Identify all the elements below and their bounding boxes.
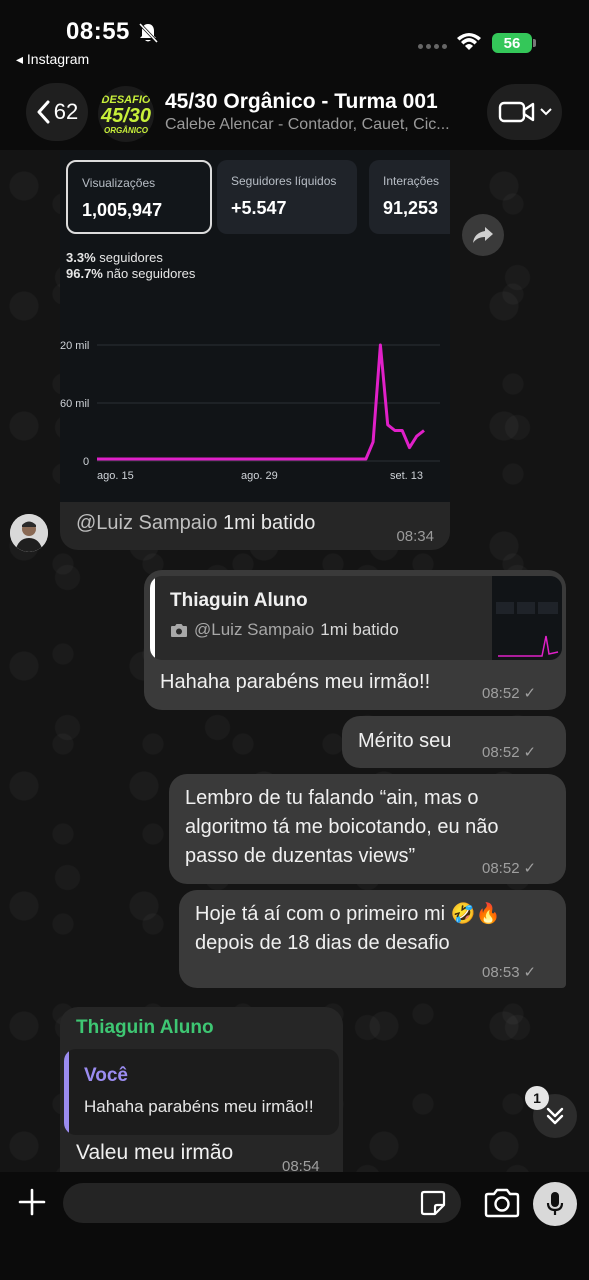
- sender-name[interactable]: Thiaguin Aluno: [76, 1017, 214, 1039]
- voice-message-button[interactable]: [533, 1182, 577, 1226]
- message-time: 08:52: [482, 684, 520, 702]
- battery-indicator: 56: [492, 33, 532, 53]
- quoted-sender: Você: [84, 1065, 129, 1086]
- quote-accent-bar: [150, 576, 155, 660]
- x-tick-label: ago. 15: [97, 470, 134, 482]
- quoted-snippet: @Luiz Sampaio 1mi batido: [170, 620, 399, 640]
- image-caption: @Luiz Sampaio 1mi batido: [76, 512, 315, 535]
- message-text: Mérito seu: [358, 730, 452, 752]
- message-text-line1: Lembro de tu falando “ain, mas o: [185, 787, 479, 809]
- unread-chats-count: 62: [53, 99, 79, 124]
- message-time: 08:53: [482, 963, 520, 981]
- quoted-text: Hahaha parabéns meu irmão!!: [84, 1097, 314, 1116]
- thumbnail-chart: [496, 602, 559, 657]
- message-meta: 08:52 ✓: [482, 859, 537, 878]
- y-tick-label: 0: [83, 456, 89, 468]
- camera-icon[interactable]: [484, 1186, 520, 1220]
- group-title[interactable]: 45/30 Orgânico - Turma 001: [165, 90, 438, 114]
- y-tick-label: 60 mil: [60, 398, 89, 410]
- video-call-button[interactable]: [487, 84, 562, 140]
- quoted-text: 1mi batido: [320, 620, 399, 639]
- avatar-text-line1: DESAFIO: [101, 93, 151, 106]
- message-time: 08:54: [282, 1158, 320, 1172]
- message-time: 08:52: [482, 859, 520, 877]
- group-members[interactable]: Calebe Alencar - Contador, Cauet, Cic...: [165, 116, 470, 134]
- caption-mention[interactable]: @Luiz Sampaio: [76, 512, 217, 534]
- quoted-message[interactable]: Thiaguin Aluno @Luiz Sampaio 1mi batido: [150, 576, 562, 660]
- x-tick-label: ago. 29: [241, 470, 278, 482]
- views-series-line: [97, 343, 425, 461]
- message-meta: 08:52 ✓: [482, 743, 537, 762]
- read-check-icon: ✓: [523, 744, 537, 761]
- quoted-image-thumbnail: [492, 576, 562, 660]
- video-camera-icon: [498, 101, 534, 123]
- quoted-message[interactable]: Você Hahaha parabéns meu irmão!!: [64, 1049, 339, 1135]
- message-meta: 08:53 ✓: [482, 963, 537, 982]
- message-input[interactable]: [63, 1183, 461, 1223]
- quoted-sender: Thiaguin Aluno: [170, 590, 308, 611]
- message-text-line2: algoritmo tá me boicotando, eu não: [185, 816, 499, 838]
- group-avatar[interactable]: DESAFIO 45/30 ORGÂNICO: [98, 86, 154, 142]
- camera-icon: [171, 623, 187, 637]
- person-avatar-icon: [10, 514, 48, 552]
- message-text-line2: depois de 18 dias de desafio: [195, 932, 450, 954]
- microphone-icon: [546, 1192, 564, 1215]
- double-chevron-down-icon: [546, 1107, 564, 1125]
- plus-icon: [18, 1188, 46, 1216]
- back-button[interactable]: 62: [26, 83, 88, 141]
- message-text-line3: passo de duzentas views”: [185, 845, 416, 867]
- insights-screenshot[interactable]: Visualizações 1,005,947 Seguidores líqui…: [60, 150, 450, 502]
- battery-cap: [533, 39, 536, 47]
- status-time: 08:55: [66, 18, 130, 45]
- message-text-line1: Hoje tá aí com o primeiro mi 🤣🔥: [195, 903, 501, 925]
- avatar-text-line3: ORGÂNICO: [104, 125, 148, 135]
- views-line-chart: 20 mil 60 mil 0 ago. 15 ago. 29 set. 13: [60, 340, 440, 482]
- caption-text: 1mi batido: [217, 512, 316, 534]
- quote-accent-bar: [64, 1049, 69, 1135]
- avatar-text-line2: 45/30: [100, 104, 152, 127]
- incoming-reply-message[interactable]: Thiaguin Aluno Você Hahaha parabéns meu …: [60, 1007, 343, 1172]
- quoted-mention: @Luiz Sampaio: [194, 620, 315, 639]
- back-to-app-link[interactable]: ◂ Instagram: [16, 51, 89, 68]
- y-tick-label: 20 mil: [60, 340, 89, 352]
- read-check-icon: ✓: [523, 964, 537, 981]
- bell-off-icon: [138, 22, 158, 44]
- unread-badge: 1: [525, 1086, 549, 1110]
- attach-button[interactable]: [14, 1184, 50, 1220]
- read-check-icon: ✓: [523, 860, 537, 877]
- message-text: Hahaha parabéns meu irmão!!: [160, 671, 431, 693]
- cellular-signal-icon: [418, 44, 447, 49]
- image-message[interactable]: Visualizações 1,005,947 Seguidores líqui…: [60, 150, 450, 550]
- forward-arrow-icon: [473, 227, 493, 243]
- message-text: Valeu meu irmão: [76, 1141, 234, 1164]
- forward-button[interactable]: [462, 214, 504, 256]
- sticker-icon[interactable]: [420, 1190, 446, 1216]
- message-time: 08:52: [482, 743, 520, 761]
- chevron-down-icon: [539, 108, 552, 116]
- read-check-icon: ✓: [523, 685, 537, 702]
- message-time: 08:34: [396, 528, 434, 545]
- x-tick-label: set. 13: [390, 470, 423, 482]
- sender-avatar[interactable]: [10, 514, 48, 552]
- message-meta: 08:52 ✓: [482, 684, 537, 703]
- wifi-icon: [457, 33, 481, 50]
- chevron-left-icon: [37, 100, 50, 124]
